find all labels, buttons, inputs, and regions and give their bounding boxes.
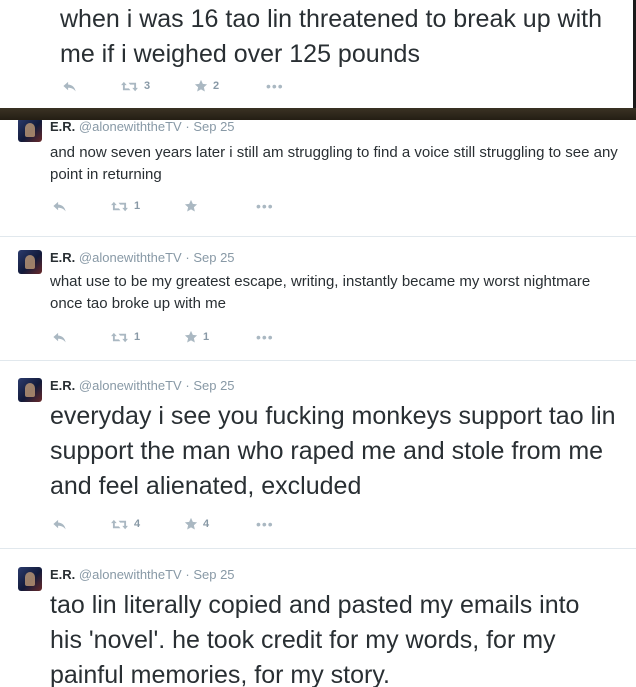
- tweet-header: E.R. @alonewiththeTV · Sep 25: [50, 567, 235, 583]
- retweet-button[interactable]: 4: [110, 516, 140, 532]
- reply-button[interactable]: [52, 329, 67, 345]
- tweet-text: tao lin literally copied and pasted my e…: [50, 591, 580, 687]
- tweet-item[interactable]: E.R. @alonewiththeTV · Sep 25 everyday i…: [0, 361, 636, 549]
- reply-icon: [52, 330, 67, 345]
- reply-button[interactable]: [52, 198, 67, 214]
- retweet-button[interactable]: 1: [110, 198, 140, 214]
- tweet-header: E.R. @alonewiththeTV · Sep 25: [50, 120, 235, 135]
- screenshot-divider: [0, 108, 636, 120]
- favorite-button[interactable]: [184, 198, 203, 214]
- separator-dot: ·: [185, 250, 190, 265]
- star-icon: [194, 79, 208, 93]
- more-icon: •••: [266, 78, 284, 94]
- tweet-timestamp[interactable]: Sep 25: [193, 378, 234, 393]
- retweet-icon: [110, 517, 129, 532]
- more-icon: •••: [256, 329, 274, 345]
- reply-button[interactable]: [62, 78, 77, 94]
- author-name[interactable]: E.R.: [50, 120, 75, 134]
- more-button[interactable]: •••: [266, 78, 284, 94]
- favorite-button[interactable]: 2: [194, 78, 219, 94]
- star-icon: [184, 330, 198, 344]
- more-icon: •••: [256, 198, 274, 214]
- more-button[interactable]: •••: [256, 198, 274, 214]
- tweet-timestamp[interactable]: Sep 25: [193, 120, 234, 134]
- tweet-list: E.R. @alonewiththeTV · Sep 25 and now se…: [0, 120, 636, 687]
- avatar[interactable]: [18, 567, 42, 591]
- author-name[interactable]: E.R.: [50, 567, 75, 582]
- retweet-icon: [110, 330, 129, 345]
- author-handle[interactable]: @alonewiththeTV: [79, 250, 182, 265]
- separator-dot: ·: [185, 567, 190, 582]
- author-name[interactable]: E.R.: [50, 250, 75, 265]
- tweet-text: and now seven years later i still am str…: [50, 144, 618, 183]
- favorite-count: 4: [203, 518, 210, 530]
- tweet-text: everyday i see you fucking monkeys suppo…: [50, 402, 616, 500]
- star-icon: [184, 517, 198, 531]
- avatar[interactable]: [18, 120, 42, 142]
- favorite-count: 1: [203, 331, 210, 343]
- separator-dot: ·: [185, 378, 190, 393]
- tweet-timestamp[interactable]: Sep 25: [193, 567, 234, 582]
- favorite-button[interactable]: 1: [184, 329, 209, 345]
- retweet-count: 4: [134, 518, 141, 530]
- retweet-icon: [120, 79, 139, 94]
- tweet-text: what use to be my greatest escape, writi…: [50, 273, 591, 312]
- more-button[interactable]: •••: [256, 516, 274, 532]
- retweet-button[interactable]: 1: [110, 329, 140, 345]
- retweet-count: 1: [134, 331, 141, 343]
- retweet-button[interactable]: 3: [120, 78, 150, 94]
- separator-dot: ·: [185, 120, 190, 134]
- tweet-text: when i was 16 tao lin threatened to brea…: [60, 5, 603, 68]
- reply-button[interactable]: [52, 516, 67, 532]
- avatar[interactable]: [18, 378, 42, 402]
- star-icon: [184, 199, 198, 213]
- tweet-timestamp[interactable]: Sep 25: [193, 250, 234, 265]
- avatar[interactable]: [18, 250, 42, 274]
- more-button[interactable]: •••: [256, 329, 274, 345]
- tweet-item[interactable]: E.R. @alonewiththeTV · Sep 25 what use t…: [0, 237, 636, 361]
- favorite-button[interactable]: 4: [184, 516, 209, 532]
- favorite-count: 2: [213, 80, 220, 92]
- author-handle[interactable]: @alonewiththeTV: [79, 567, 182, 582]
- tweet-header: E.R. @alonewiththeTV · Sep 25: [50, 250, 235, 266]
- tweet-item[interactable]: E.R. @alonewiththeTV · Sep 25 tao lin li…: [0, 549, 636, 687]
- retweet-count: 3: [144, 80, 151, 92]
- tweet-header: E.R. @alonewiththeTV · Sep 25: [50, 378, 235, 394]
- reply-icon: [62, 79, 77, 94]
- reply-icon: [52, 517, 67, 532]
- more-icon: •••: [256, 516, 274, 532]
- top-tweet-panel: when i was 16 tao lin threatened to brea…: [0, 0, 636, 108]
- retweet-icon: [110, 199, 129, 214]
- reply-icon: [52, 199, 67, 214]
- author-handle[interactable]: @alonewiththeTV: [79, 120, 182, 134]
- author-name[interactable]: E.R.: [50, 378, 75, 393]
- retweet-count: 1: [134, 200, 141, 212]
- author-handle[interactable]: @alonewiththeTV: [79, 378, 182, 393]
- tweet-item[interactable]: E.R. @alonewiththeTV · Sep 25 and now se…: [0, 120, 636, 237]
